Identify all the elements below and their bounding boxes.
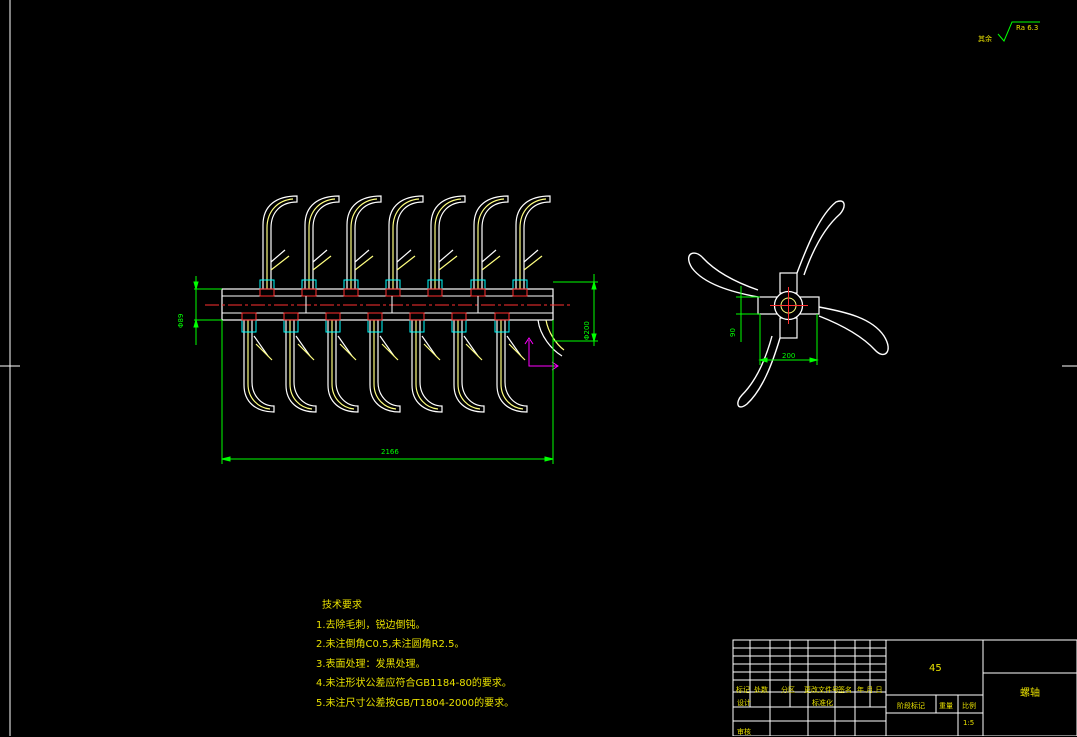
tine-bottom (285, 320, 317, 413)
dim-text-overall-length: 2166 (381, 448, 399, 456)
hub-sleeves (241, 279, 528, 333)
tine-top (346, 195, 382, 289)
tech-note-item: 2.未注倒角C0.5,未注圆角R2.5。 (316, 639, 465, 650)
header-count: 处数 (754, 686, 768, 694)
tech-notes-title: 技术要求 (322, 600, 362, 611)
weight-label: 重量 (939, 702, 953, 710)
stage-mark-label: 阶段标记 (897, 702, 925, 710)
curved-blade (687, 252, 759, 298)
dimension-shaft-dia (193, 276, 222, 345)
standardization-label: 标准化 (812, 699, 833, 707)
technical-requirements: 技术要求 1.去除毛刺，锐边倒钝。 2.未注倒角C0.5,未注圆角R2.5。 3… (316, 596, 514, 713)
roughness-value: Ra 6.3 (1016, 24, 1039, 32)
tech-note-item: 3.表面处理：发黑处理。 (316, 658, 426, 670)
tine-bottom (243, 320, 275, 413)
blade-side-view (687, 200, 889, 408)
tine-top (388, 195, 424, 289)
tech-note-item: 4.未注形状公差应符合GB1184-80的要求。 (316, 678, 512, 689)
tine-top (430, 195, 466, 289)
tine-bottom (369, 320, 401, 413)
drawing-canvas (0, 0, 1077, 736)
header-zone: 分区 (781, 686, 795, 694)
tine-top (473, 195, 509, 289)
dimension-overall-length (221, 320, 554, 464)
roughness-prefix: 其余 (978, 35, 992, 43)
tines-group (243, 195, 565, 413)
header-change-doc: 更改文件号 (804, 686, 839, 694)
header-signature: 签名 (838, 686, 852, 694)
material-text: 45 (929, 663, 942, 674)
tine-top (304, 195, 340, 289)
tech-note-item: 5.未注尺寸公差按GB/T1804-2000的要求。 (316, 697, 515, 709)
dim-text-blade-dia: Φ200 (583, 321, 591, 340)
dim-text-shaft-dia: Φ89 (177, 313, 185, 328)
curved-blade (796, 200, 845, 276)
scale-value: 1:5 (963, 719, 975, 727)
scale-label: 比例 (962, 702, 976, 710)
tine-bottom-end (537, 319, 565, 357)
design-label: 设计 (737, 699, 751, 707)
tine-top (262, 195, 298, 289)
tine-bottom (411, 320, 443, 413)
dim-text-hub-height: 90 (729, 328, 737, 337)
curved-blade (818, 306, 889, 355)
tine-bottom (496, 320, 528, 413)
shaft-front-view (193, 195, 598, 464)
curved-blade (737, 335, 781, 408)
tine-bottom (327, 320, 359, 413)
shaft-tube (221, 288, 554, 321)
header-date: 年.月.日 (857, 686, 883, 694)
header-mark: 标记 (736, 686, 750, 694)
dimension-blade-dia (553, 274, 598, 346)
dim-text-hub-width: 200 (782, 352, 796, 360)
tech-note-item: 1.去除毛刺，锐边倒钝。 (316, 619, 426, 631)
tine-top (515, 195, 551, 289)
part-name-text: 螺轴 (1020, 688, 1040, 699)
tine-bottom (453, 320, 485, 413)
